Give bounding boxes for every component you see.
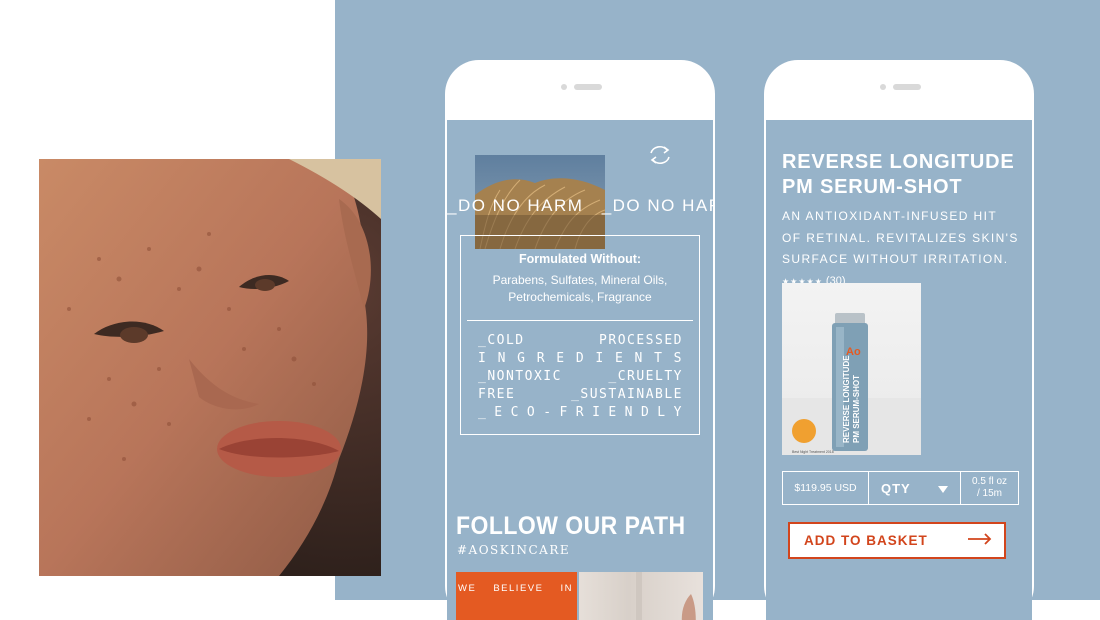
phone-mockup-about: _DO NO HARM _DO NO HARM Formulated Witho… bbox=[445, 60, 715, 620]
tile-word: WE bbox=[458, 583, 477, 594]
marquee-text: _DO NO HARM bbox=[447, 196, 584, 215]
hashtag-link[interactable]: #AOSKINCARE bbox=[457, 543, 570, 557]
quantity-select[interactable]: QTY bbox=[869, 472, 961, 504]
chevron-down-icon bbox=[938, 481, 948, 496]
tile-word: IN bbox=[560, 583, 573, 594]
product-title: REVERSE LONGITUDE PM SERUM-SHOT bbox=[782, 150, 1015, 200]
add-to-basket-label: ADD TO BASKET bbox=[804, 533, 928, 548]
tag-row: FREE _SUSTAINABLE bbox=[478, 387, 683, 402]
refresh-icon[interactable] bbox=[647, 144, 673, 171]
tag-row: _ E C O - F R I E N D L Y bbox=[478, 405, 683, 420]
tile-word: BELIEVE bbox=[493, 583, 544, 594]
speaker-bar bbox=[893, 84, 921, 90]
bottle-label: REVERSE LONGITUDE bbox=[842, 355, 851, 443]
phone-mockup-product: REVERSE LONGITUDE PM SERUM-SHOT AN ANTIO… bbox=[764, 60, 1034, 620]
formulated-line: Petrochemicals, Fragrance bbox=[508, 289, 652, 304]
bottle-label: PM SERUM-SHOT bbox=[852, 375, 861, 443]
do-no-harm-marquee: _DO NO HARM _DO NO HARM bbox=[447, 196, 713, 216]
price: $119.95 USD bbox=[783, 472, 869, 504]
purchase-options-row: $119.95 USD QTY 0.5 fl oz / 15m bbox=[782, 471, 1019, 505]
marquee-text: _DO NO HARM bbox=[601, 196, 713, 215]
formulated-ingredients: Parabens, Sulfates, Mineral Oils, Petroc… bbox=[471, 272, 689, 305]
phone-screen: _DO NO HARM _DO NO HARM Formulated Witho… bbox=[447, 120, 713, 620]
model-portrait-image bbox=[39, 159, 381, 576]
camera-dot bbox=[561, 84, 567, 90]
size-text: / 15m bbox=[976, 488, 1002, 499]
qty-label: QTY bbox=[881, 480, 911, 496]
product-description: AN ANTIOXIDANT-INFUSED HIT OF RETINAL. R… bbox=[782, 206, 1027, 271]
product-title-line: REVERSE LONGITUDE bbox=[782, 151, 1015, 173]
description-line: SURFACE WITHOUT IRRITATION. bbox=[782, 252, 1009, 266]
phone-screen: REVERSE LONGITUDE PM SERUM-SHOT AN ANTIO… bbox=[766, 120, 1032, 620]
formulated-line: Parabens, Sulfates, Mineral Oils, bbox=[492, 273, 668, 287]
product-title-line: PM SERUM-SHOT bbox=[782, 176, 963, 198]
award-caption: Best Night Treatment 2018 bbox=[792, 450, 834, 454]
description-line: AN ANTIOXIDANT-INFUSED HIT bbox=[782, 209, 998, 223]
arrow-right-icon bbox=[968, 533, 992, 548]
formulated-title: Formulated Without: bbox=[518, 252, 642, 266]
box-divider bbox=[467, 320, 693, 321]
ingredient-tags: _COLD PROCESSED INGREDIENTS _NONTOXIC _CRU… bbox=[478, 332, 683, 422]
camera-dot bbox=[880, 84, 886, 90]
tag-row: _COLD PROCESSED bbox=[478, 333, 683, 348]
we-believe-tile[interactable]: WE BELIEVE IN bbox=[456, 572, 577, 620]
follow-our-path-heading: FOLLOW OUR PATH bbox=[456, 512, 686, 540]
tag-row: INGREDIENTS bbox=[478, 351, 683, 366]
speaker-bar bbox=[574, 84, 602, 90]
product-image[interactable]: Ao REVERSE LONGITUDE PM SERUM-SHOT Best … bbox=[782, 283, 921, 455]
formulated-without-box: Formulated Without: Parabens, Sulfates, … bbox=[460, 235, 700, 435]
add-to-basket-button[interactable]: ADD TO BASKET bbox=[788, 522, 1006, 559]
size-option[interactable]: 0.5 fl oz / 15m bbox=[961, 472, 1018, 504]
hand-photo-tile[interactable] bbox=[579, 572, 703, 620]
size-text: 0.5 fl oz bbox=[971, 476, 1008, 487]
tag-row: _NONTOXIC _CRUELTY bbox=[478, 369, 683, 384]
description-line: OF RETINAL. REVITALIZES SKIN'S bbox=[782, 230, 1019, 245]
